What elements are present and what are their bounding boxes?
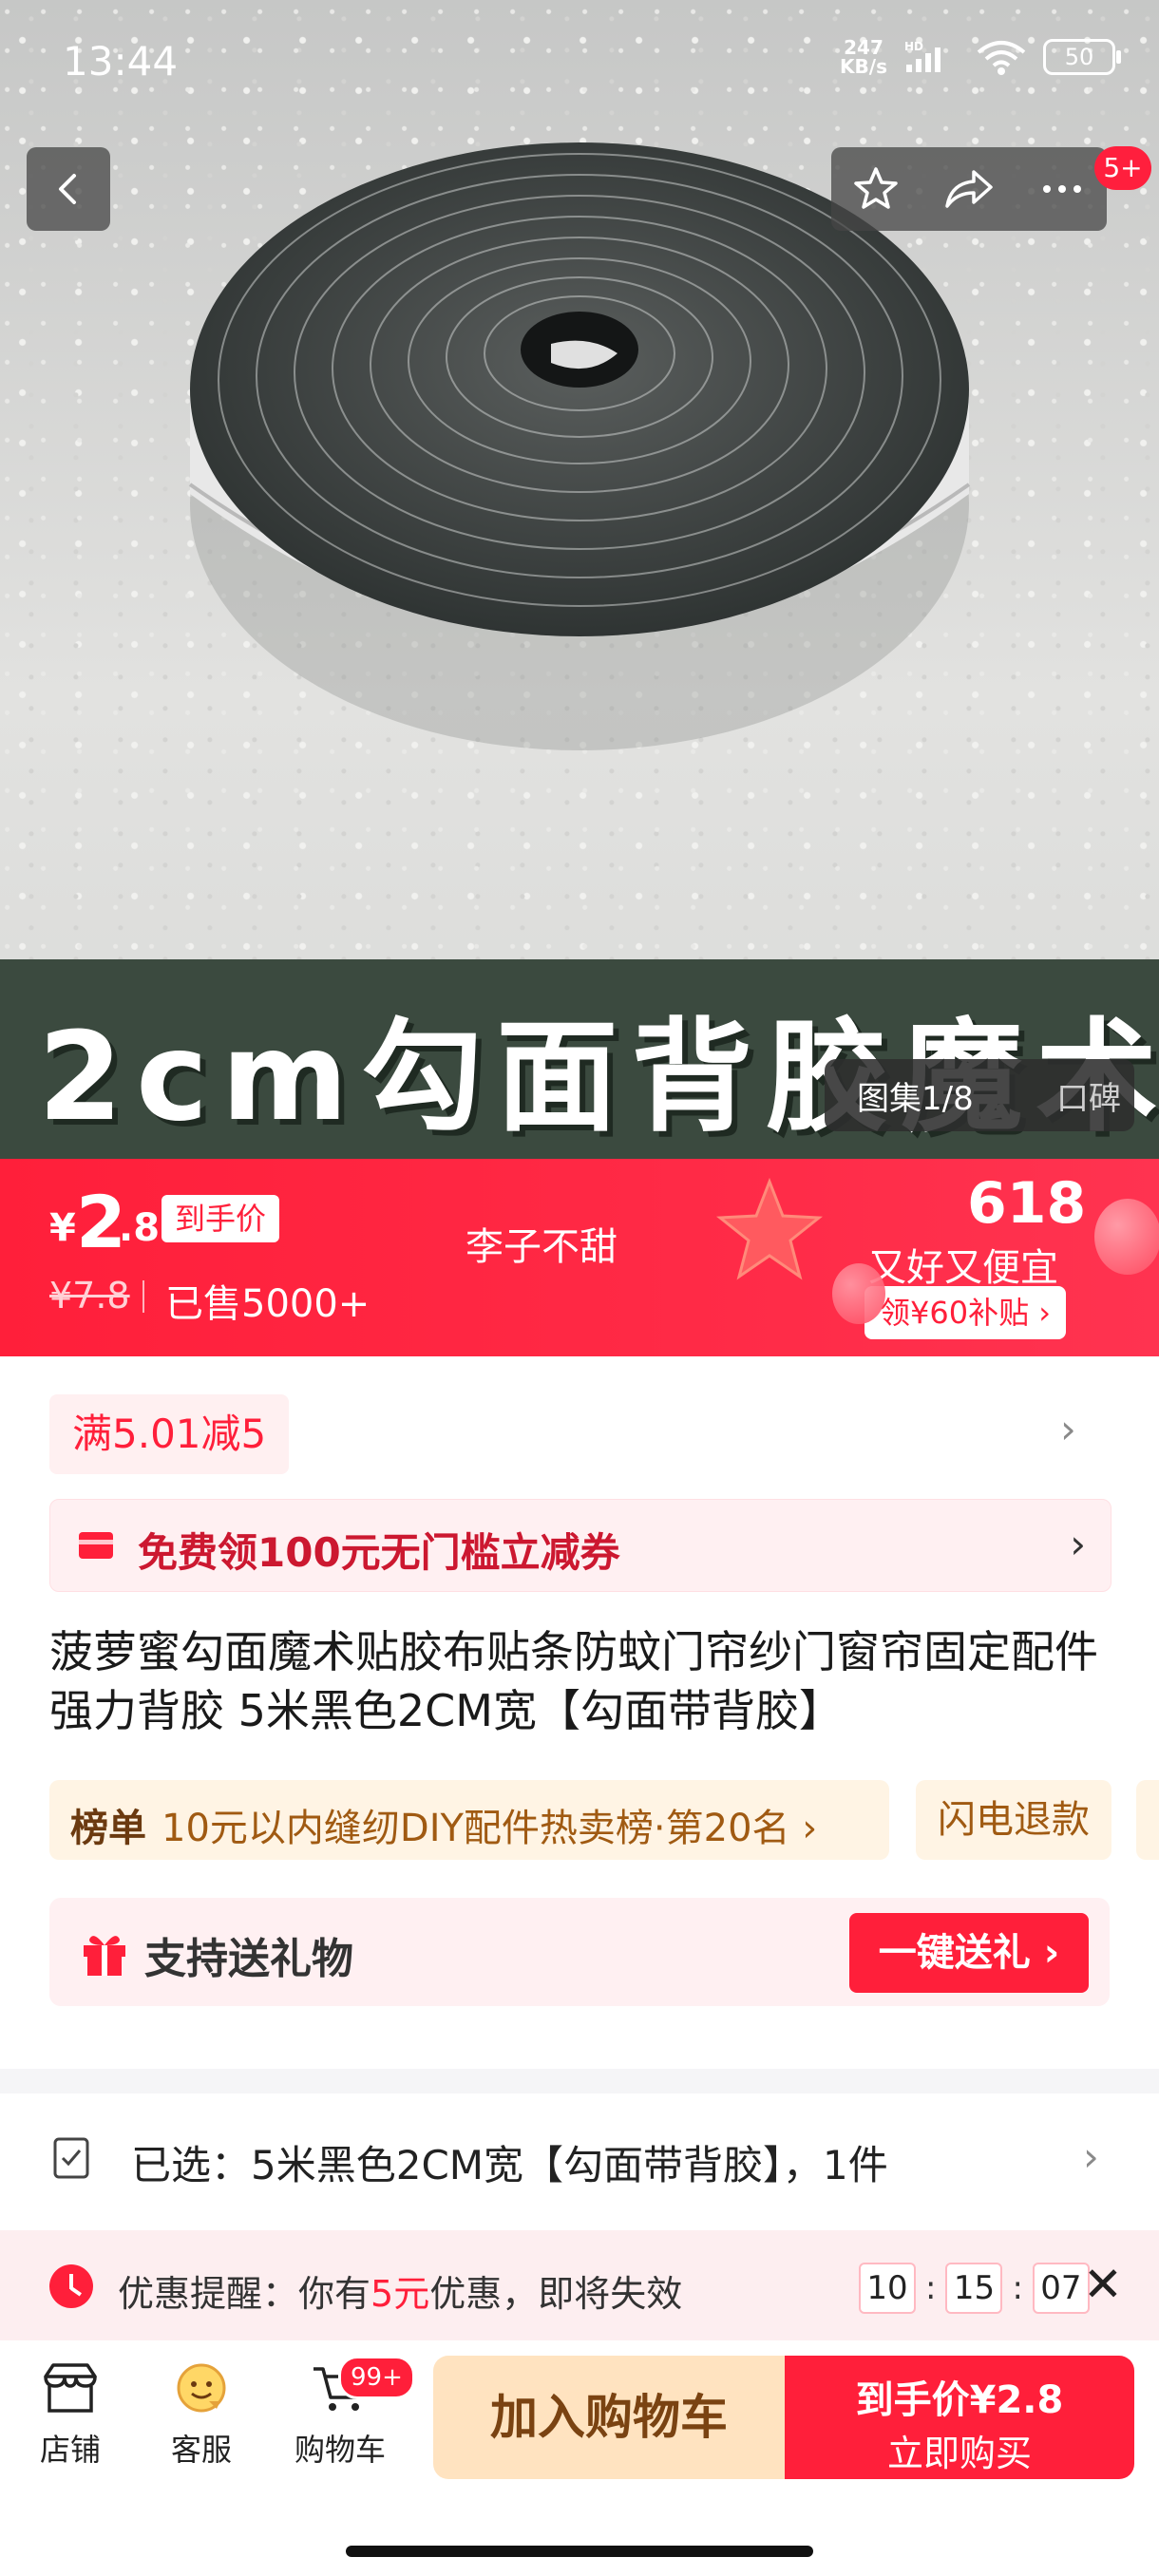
- ranking-chip[interactable]: 榜单 10元以内缝纫DIY配件热卖榜·第20名 ›: [49, 1780, 889, 1860]
- share-icon[interactable]: [941, 164, 997, 214]
- gift-section: 支持送礼物 一键送礼 ›: [49, 1898, 1110, 2006]
- reviews-tab[interactable]: 口碑: [1018, 1072, 1121, 1119]
- wifi-icon: [977, 41, 1026, 75]
- promo-title: 618: [967, 1170, 1087, 1237]
- chevron-right-icon: ›: [1070, 1521, 1086, 1567]
- timer-seconds: 07: [1032, 2263, 1090, 2314]
- ranking-text: 10元以内缝纫DIY配件热卖榜·第20名 ›: [162, 1807, 818, 1850]
- divider: [142, 1280, 144, 1313]
- discount-reminder: 优惠提醒：你有5元优惠，即将失效 10 : 15 : 07 ✕: [0, 2230, 1159, 2340]
- tab-cart-label: 购物车: [294, 2432, 386, 2468]
- store-icon: [44, 2363, 97, 2413]
- gallery-tab[interactable]: 图集1/8: [825, 1072, 1018, 1119]
- battery-indicator: 50: [1043, 39, 1121, 75]
- tab-cart[interactable]: 99+ 购物车: [283, 2356, 415, 2470]
- section-divider: [0, 2069, 1159, 2093]
- bottom-action-bar: 店铺 客服 99+ 购物车 加入购物车 到手价¥2.8 立即购买: [0, 2340, 1159, 2576]
- tab-customer-service[interactable]: 客服: [144, 2361, 258, 2470]
- gift-icon: [84, 1936, 125, 1976]
- star-decoration-icon: [715, 1177, 824, 1280]
- favorite-star-icon[interactable]: [851, 164, 901, 214]
- reminder-text: 优惠提醒：你有5元优惠，即将失效: [118, 2273, 683, 2315]
- price-decimal: .8: [119, 1206, 161, 1250]
- timer-hours: 10: [859, 2263, 916, 2314]
- buy-now-price: 到手价¥2.8: [855, 2378, 1064, 2422]
- tab-customer-service-label: 客服: [170, 2432, 232, 2468]
- buy-now-label: 立即购买: [886, 2433, 1032, 2474]
- coupon-card-icon: [79, 1532, 113, 1559]
- flash-refund-chip[interactable]: 闪电退款: [916, 1780, 1112, 1860]
- tab-store[interactable]: 店铺: [13, 2361, 127, 2470]
- balloon-decoration-icon: [1094, 1199, 1159, 1275]
- status-time: 13:44: [63, 38, 179, 85]
- top-action-group: [831, 147, 1107, 231]
- network-speed: 247 KB/s: [840, 36, 887, 78]
- voucher-banner[interactable]: 免费领100元无门槛立减券 ›: [49, 1499, 1112, 1592]
- back-button[interactable]: [27, 147, 110, 231]
- status-icons: 247 KB/s HD 50: [840, 36, 1121, 78]
- gallery-switcher[interactable]: 图集1/8 口碑: [825, 1059, 1134, 1131]
- shop-name[interactable]: 李子不甜: [466, 1216, 618, 1271]
- home-indicator[interactable]: [346, 2546, 813, 2557]
- selected-sku-text: 已选：5米黑色2CM宽【勾面带背胶】，1件: [131, 2142, 888, 2188]
- cellular-signal-icon: HD: [904, 40, 940, 72]
- chevron-right-icon[interactable]: ›: [1060, 1406, 1076, 1452]
- price-bar: ¥ 2 .8 到手价 ¥7.8 已售5000+ 李子不甜 618 又好又便宜 领…: [0, 1159, 1159, 1356]
- sku-selector-row[interactable]: 已选：5米黑色2CM宽【勾面带背胶】，1件 ›: [0, 2093, 1159, 2223]
- gift-label: 支持送礼物: [144, 1935, 353, 1983]
- voucher-label: 免费领100元无门槛立减券: [138, 1529, 620, 1576]
- buy-now-button[interactable]: 到手价¥2.8 立即购买: [785, 2356, 1134, 2479]
- more-options-icon[interactable]: [1037, 164, 1087, 214]
- price-currency: ¥: [49, 1206, 76, 1250]
- more-tags-chip: [1136, 1780, 1159, 1860]
- customer-service-icon: [177, 2363, 226, 2413]
- clock-icon: [49, 2264, 93, 2308]
- timer-minutes: 15: [945, 2263, 1003, 2314]
- close-icon[interactable]: ✕: [1083, 2257, 1123, 2312]
- send-gift-button[interactable]: 一键送礼 ›: [849, 1913, 1089, 1993]
- chevron-left-icon: [59, 174, 76, 204]
- coupon-chip[interactable]: 满5.01减5: [49, 1394, 290, 1474]
- original-price: ¥7.8: [49, 1275, 130, 1316]
- add-to-cart-button[interactable]: 加入购物车: [433, 2356, 785, 2479]
- ranking-label: 榜单: [70, 1807, 146, 1850]
- cart-count-badge: 99+: [338, 2356, 415, 2399]
- chevron-right-icon: ›: [1083, 2133, 1099, 2180]
- svg-text:HD: HD: [904, 40, 923, 53]
- final-price-tag: 到手价: [162, 1195, 280, 1242]
- claim-subsidy-button[interactable]: 领¥60补贴 ›: [864, 1286, 1067, 1339]
- balloon-decoration-icon: [832, 1263, 885, 1324]
- sku-checklist-icon: [53, 2137, 89, 2179]
- message-badge: 5+: [1094, 146, 1151, 190]
- product-title: 菠萝蜜勾面魔术贴胶布贴条防蚊门帘纱门窗帘固定配件强力背胶 5米黑色2CM宽【勾面…: [49, 1626, 1098, 1736]
- promo-subtitle: 又好又便宜: [868, 1246, 1058, 1290]
- sold-count: 已售5000+: [165, 1282, 370, 1326]
- countdown-timer: 10 : 15 : 07: [859, 2263, 1090, 2314]
- tab-store-label: 店铺: [39, 2432, 101, 2468]
